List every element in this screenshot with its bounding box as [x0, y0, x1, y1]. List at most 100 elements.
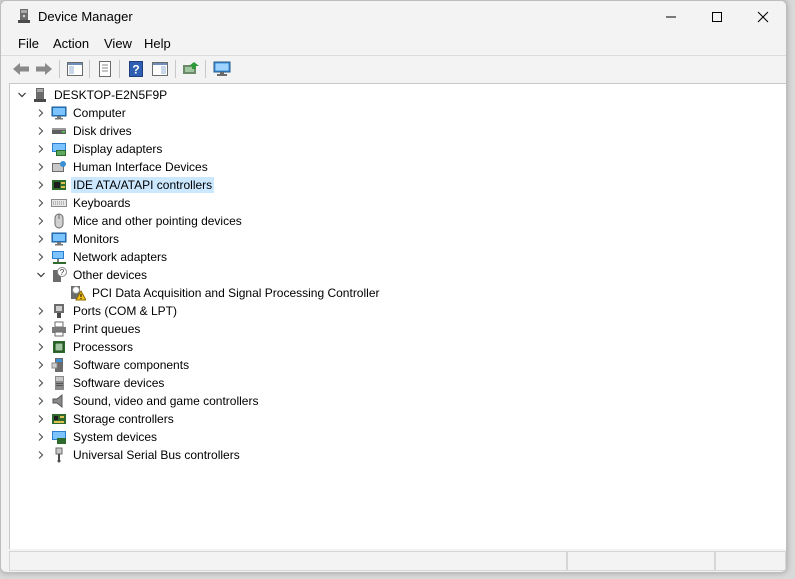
- menu-view[interactable]: View: [104, 36, 132, 51]
- monitor-icon: [51, 106, 67, 120]
- toolbar-separator: [89, 60, 90, 78]
- tree-item-label: PCI Data Acquisition and Signal Processi…: [92, 286, 380, 300]
- tree-root[interactable]: DESKTOP-E2N5F9P: [14, 86, 169, 104]
- update-driver-button[interactable]: [181, 59, 201, 79]
- tree-item-label: Universal Serial Bus controllers: [73, 448, 240, 462]
- tree-item[interactable]: Computer: [33, 104, 128, 122]
- tree-item[interactable]: Disk drives: [33, 122, 134, 140]
- back-button[interactable]: [11, 59, 31, 79]
- chevron-right-icon: [38, 325, 44, 333]
- monitor-icon-wrap: [51, 105, 67, 121]
- minimize-button[interactable]: [648, 1, 694, 33]
- tree-item[interactable]: Sound, video and game controllers: [33, 392, 260, 410]
- processor-icon: [53, 341, 65, 353]
- tree-item[interactable]: Keyboards: [33, 194, 132, 212]
- expand-toggle[interactable]: [33, 176, 49, 194]
- expand-toggle[interactable]: [33, 446, 49, 464]
- expand-toggle[interactable]: [33, 410, 49, 428]
- tree-item[interactable]: Universal Serial Bus controllers: [33, 446, 242, 464]
- network-adapter-icon: [52, 251, 66, 264]
- menu-help[interactable]: Help: [144, 36, 171, 51]
- expand-toggle[interactable]: [33, 158, 49, 176]
- tree-item-label: Disk drives: [73, 124, 132, 138]
- chevron-down-icon: [37, 272, 45, 278]
- status-cell-3: [715, 551, 786, 571]
- update-driver-icon: [183, 62, 199, 74]
- chevron-right-icon: [38, 307, 44, 315]
- expand-toggle[interactable]: [33, 230, 49, 248]
- chevron-right-icon: [38, 181, 44, 189]
- close-icon: [757, 11, 769, 23]
- properties-icon: [99, 61, 111, 77]
- expand-toggle[interactable]: [33, 374, 49, 392]
- expand-toggle[interactable]: [33, 338, 49, 356]
- tree-item[interactable]: Monitors: [33, 230, 121, 248]
- tree-item[interactable]: IDE ATA/ATAPI controllers: [33, 176, 215, 194]
- tree-item-label: Other devices: [73, 268, 148, 282]
- device-manager-window: Device Manager File Action View Help ? D…: [0, 0, 787, 573]
- warning-device-icon-wrap: [70, 285, 86, 301]
- chevron-right-icon: [38, 415, 44, 423]
- tree-item-label: Mice and other pointing devices: [73, 214, 242, 228]
- printer-icon-wrap: [51, 321, 67, 337]
- toolbar-separator: [59, 60, 60, 78]
- tree-item[interactable]: Software devices: [33, 374, 166, 392]
- maximize-button[interactable]: [694, 1, 740, 33]
- forward-button[interactable]: [34, 59, 54, 79]
- computer-tower-icon: [34, 88, 46, 102]
- tree-item[interactable]: Processors: [33, 338, 135, 356]
- tree-item-label: Computer: [73, 106, 126, 120]
- speaker-icon: [52, 393, 63, 409]
- tree-item-label: Print queues: [73, 322, 141, 336]
- tree-item-label: System devices: [73, 430, 158, 444]
- tree-item[interactable]: Software components: [33, 356, 191, 374]
- tree-item[interactable]: Display adapters: [33, 140, 164, 158]
- display-adapter-icon: [52, 143, 66, 156]
- expand-toggle[interactable]: [33, 140, 49, 158]
- expand-toggle[interactable]: [33, 392, 49, 410]
- chevron-right-icon: [38, 361, 44, 369]
- tree-item[interactable]: System devices: [33, 428, 159, 446]
- device-tree[interactable]: DESKTOP-E2N5F9P Computer Disk drives Displa…: [9, 83, 786, 550]
- scan-hardware-button[interactable]: [212, 59, 232, 79]
- expand-toggle[interactable]: [33, 122, 49, 140]
- expand-toggle[interactable]: [14, 86, 30, 104]
- system-device-icon-wrap: [51, 429, 67, 445]
- show-hide-console-tree-button[interactable]: [65, 59, 85, 79]
- arrow-left-icon: [13, 63, 29, 75]
- chevron-down-icon: [18, 92, 26, 98]
- expand-toggle[interactable]: [33, 248, 49, 266]
- disk-drive-icon-wrap: [51, 123, 67, 139]
- hid-icon: [52, 161, 66, 172]
- expand-toggle[interactable]: [33, 320, 49, 338]
- expand-toggle[interactable]: [33, 266, 49, 284]
- expand-toggle[interactable]: [33, 104, 49, 122]
- close-button[interactable]: [740, 1, 786, 33]
- properties-button[interactable]: [95, 59, 115, 79]
- mouse-icon: [54, 213, 64, 229]
- tree-item[interactable]: Ports (COM & LPT): [33, 302, 179, 320]
- menu-action[interactable]: Action: [53, 36, 89, 51]
- tree-item[interactable]: Mice and other pointing devices: [33, 212, 244, 230]
- svg-text:?: ?: [60, 268, 65, 277]
- expand-toggle[interactable]: [33, 302, 49, 320]
- help-button[interactable]: ?: [126, 59, 146, 79]
- expand-toggle[interactable]: [33, 194, 49, 212]
- title-bar[interactable]: Device Manager: [1, 1, 786, 33]
- help-icon: ?: [129, 61, 143, 77]
- menu-file[interactable]: File: [18, 36, 39, 51]
- tree-item[interactable]: Storage controllers: [33, 410, 176, 428]
- tree-item[interactable]: ? Other devices: [33, 266, 149, 284]
- tree-item[interactable]: Human Interface Devices: [33, 158, 210, 176]
- expand-toggle[interactable]: [33, 428, 49, 446]
- tree-item[interactable]: Print queues: [33, 320, 142, 338]
- expand-toggle[interactable]: [33, 356, 49, 374]
- expand-toggle[interactable]: [33, 212, 49, 230]
- display-adapter-icon-wrap: [51, 141, 67, 157]
- tree-child-item[interactable]: PCI Data Acquisition and Signal Processi…: [52, 284, 381, 302]
- tree-item-label: Network adapters: [73, 250, 168, 264]
- warning-device-icon: [71, 286, 86, 301]
- tree-item[interactable]: Network adapters: [33, 248, 169, 266]
- usb-icon-wrap: [51, 447, 67, 463]
- action-pane-button[interactable]: [150, 59, 170, 79]
